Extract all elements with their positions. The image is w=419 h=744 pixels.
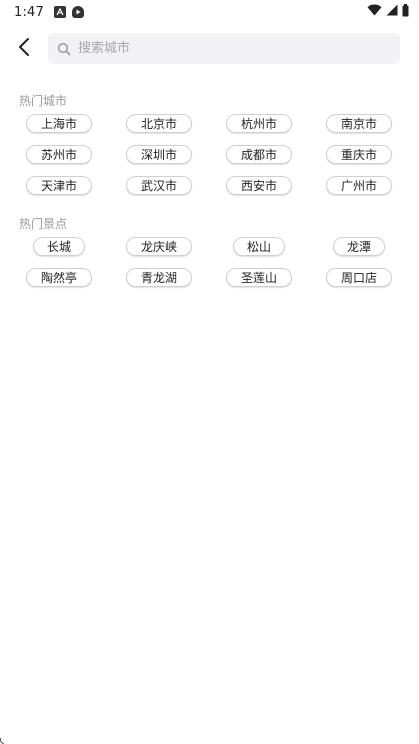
city-tag[interactable]: 苏州市 [26, 145, 92, 164]
city-tag[interactable]: 杭州市 [226, 114, 292, 133]
spot-tag[interactable]: 长城 [33, 237, 85, 256]
city-tag[interactable]: 重庆市 [326, 145, 392, 164]
back-button[interactable] [0, 30, 48, 68]
search-icon [57, 42, 71, 56]
spot-tag[interactable]: 陶然亭 [26, 268, 92, 287]
status-time: 1:47 [14, 4, 44, 20]
signal-icon [386, 4, 398, 20]
hot-spots-title: 热门景点 [19, 217, 68, 231]
status-bar: 1:47 [0, 0, 419, 24]
spot-tag[interactable]: 圣莲山 [226, 268, 292, 287]
spot-tag[interactable]: 松山 [233, 237, 285, 256]
city-tag[interactable]: 上海市 [26, 114, 92, 133]
city-tag[interactable]: 成都市 [226, 145, 292, 164]
city-tag[interactable]: 广州市 [326, 176, 392, 195]
hot-cities-grid: 上海市 北京市 杭州市 南京市 苏州市 深圳市 成都市 重庆市 天津市 武汉市 … [9, 114, 409, 195]
hot-cities-title: 热门城市 [19, 94, 68, 108]
screen-corner-mark [0, 738, 4, 744]
city-tag[interactable]: 深圳市 [126, 145, 192, 164]
header [0, 30, 419, 68]
spot-tag[interactable]: 龙潭 [333, 237, 385, 256]
system-icons [367, 3, 409, 21]
search-input[interactable] [78, 41, 378, 56]
chevron-left-icon [17, 37, 31, 61]
spot-tag[interactable]: 龙庆峡 [126, 237, 192, 256]
city-tag[interactable]: 天津市 [26, 176, 92, 195]
spot-tag[interactable]: 周口店 [326, 268, 392, 287]
city-picker-screen: 1:47 搜索城市 热门城市 上海市 北京市 杭州市 南京市 苏州市 深圳市 成… [0, 0, 419, 744]
play-notification-icon [72, 6, 84, 18]
city-tag[interactable]: 北京市 [126, 114, 192, 133]
city-tag[interactable]: 武汉市 [126, 176, 192, 195]
a-notification-icon [54, 6, 66, 18]
notification-icons [54, 6, 84, 18]
city-tag[interactable]: 南京市 [326, 114, 392, 133]
hot-spots-grid: 长城 龙庆峡 松山 龙潭 陶然亭 青龙湖 圣莲山 周口店 [9, 237, 409, 287]
battery-icon [402, 3, 409, 21]
wifi-icon [367, 4, 382, 20]
search-box[interactable] [48, 33, 400, 64]
spot-tag[interactable]: 青龙湖 [126, 268, 192, 287]
city-tag[interactable]: 西安市 [226, 176, 292, 195]
